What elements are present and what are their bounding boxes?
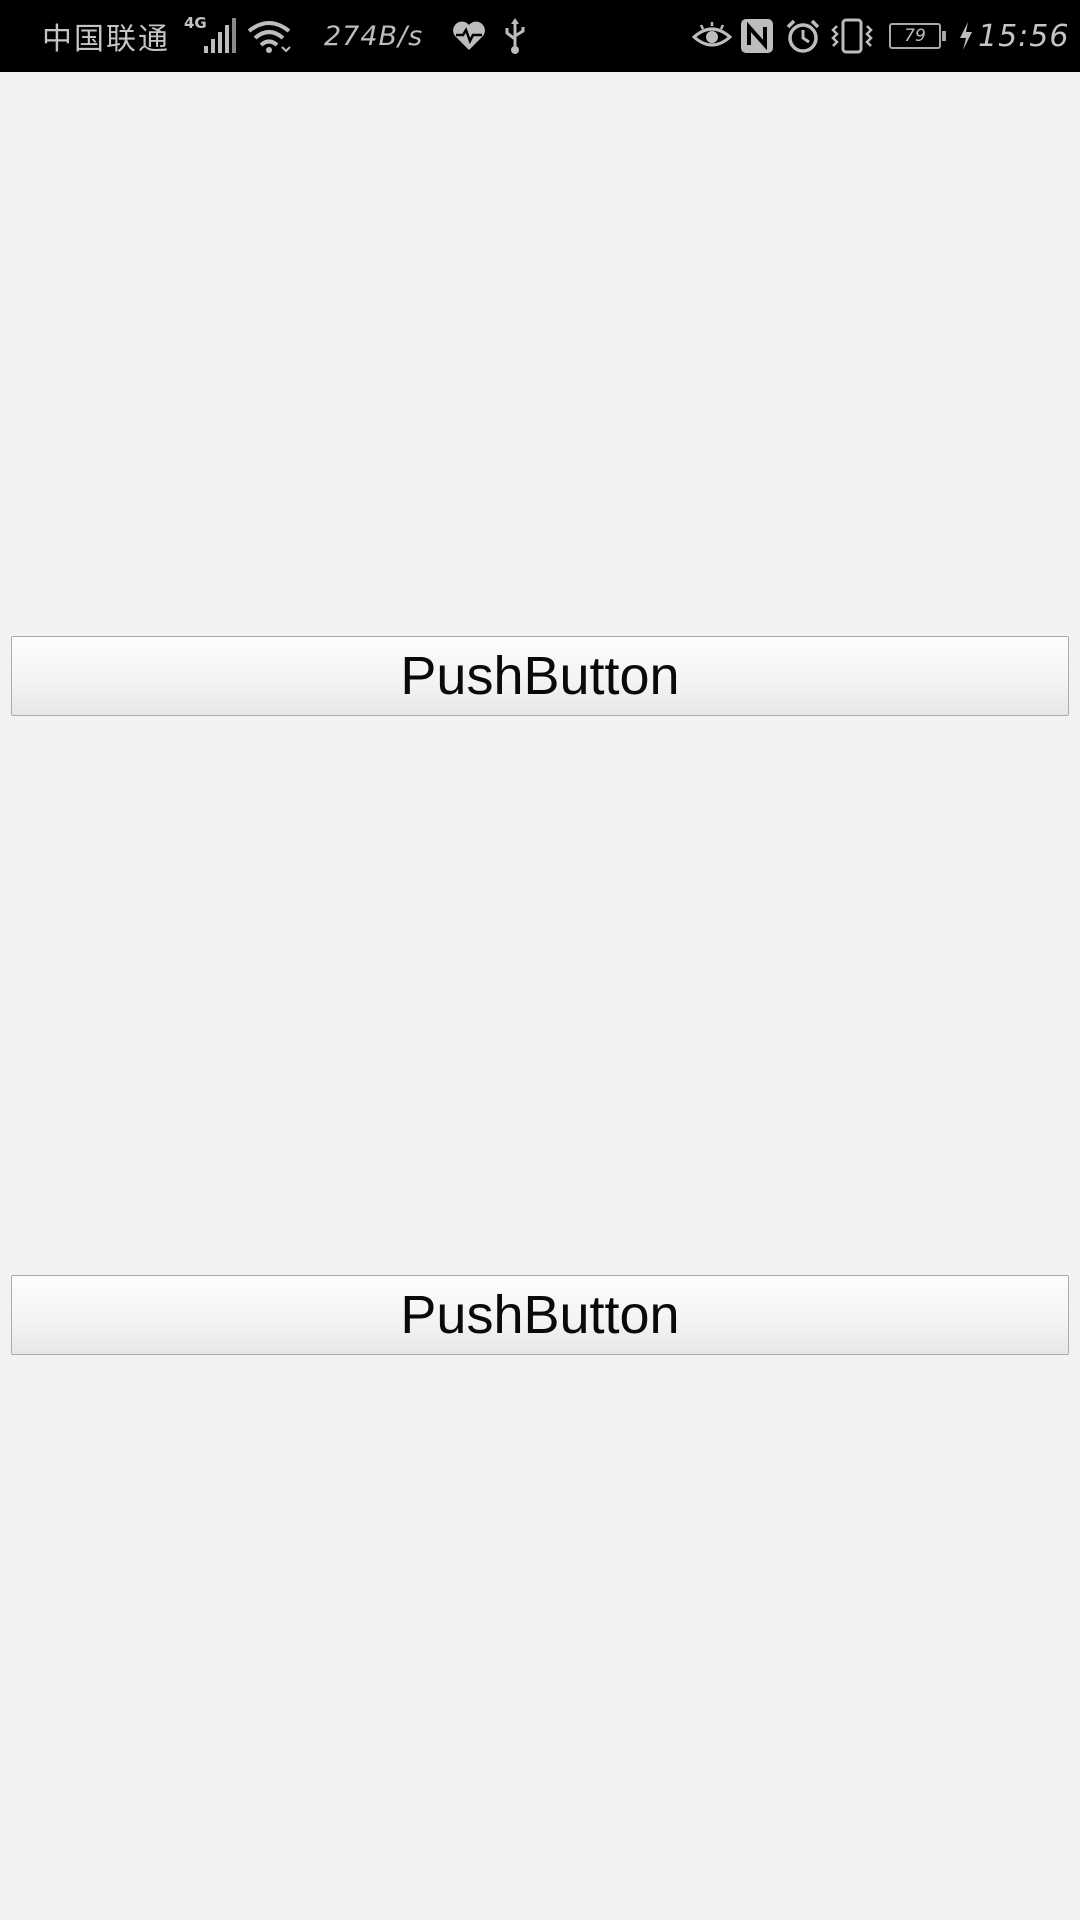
alarm-icon bbox=[785, 0, 821, 72]
push-button-1[interactable]: PushButton bbox=[11, 636, 1069, 716]
wifi-icon bbox=[246, 0, 292, 72]
carrier-name: 中国联通 bbox=[42, 22, 170, 57]
usb-icon bbox=[502, 0, 528, 72]
net-speed: 274B/s bbox=[324, 20, 424, 52]
signal-icon bbox=[204, 0, 238, 72]
clock: 15:56 bbox=[978, 18, 1070, 54]
status-bar: 中国联通 4G 274B/s 79 15:56 bbox=[0, 0, 1080, 72]
battery-level: 79 bbox=[904, 26, 926, 46]
push-button-2[interactable]: PushButton bbox=[11, 1275, 1069, 1355]
battery-icon: 79 bbox=[889, 0, 946, 72]
main-content: PushButton PushButton bbox=[0, 72, 1080, 1920]
charging-icon bbox=[958, 0, 974, 72]
heart-rate-icon bbox=[451, 0, 487, 72]
nfc-icon bbox=[740, 0, 774, 72]
eye-comfort-icon bbox=[692, 0, 732, 72]
vibrate-icon bbox=[830, 0, 874, 72]
